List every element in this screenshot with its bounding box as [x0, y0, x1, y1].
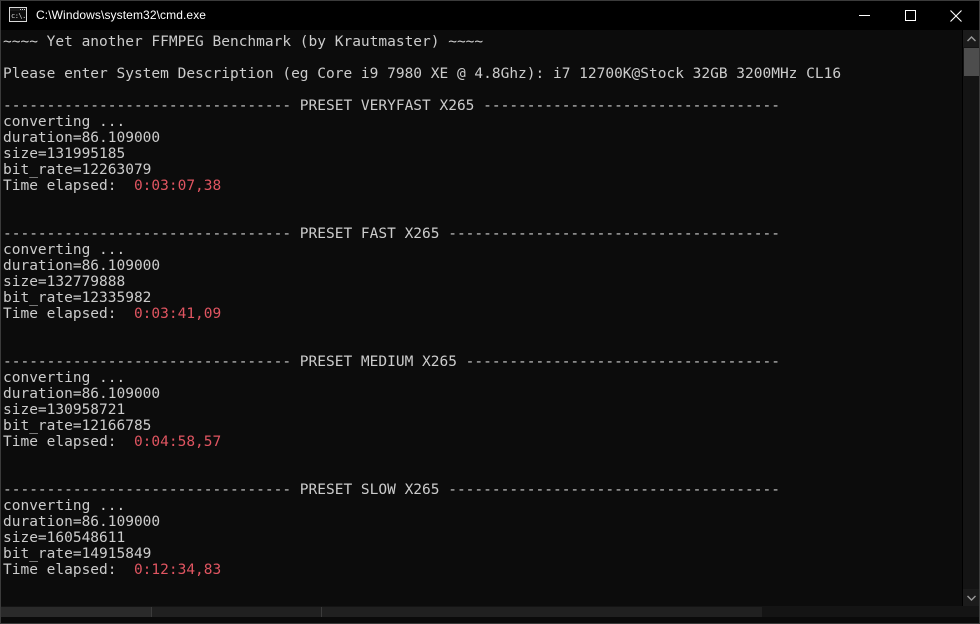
- time-elapsed-label: Time elapsed:: [3, 562, 134, 578]
- title-bar[interactable]: c:\. C:\Windows\system32\cmd.exe: [1, 1, 979, 30]
- bitrate-line: bit_rate=12335982: [3, 290, 152, 306]
- time-elapsed-line: Time elapsed: 0:12:34,83: [3, 562, 962, 578]
- bitrate-line: bit_rate=12263079: [3, 162, 152, 178]
- close-icon: [950, 9, 962, 22]
- time-elapsed-value: 0:03:41,09: [133, 306, 222, 322]
- time-elapsed-label: Time elapsed:: [3, 434, 134, 450]
- preset-separator: --------------------------------- PRESET…: [3, 98, 780, 114]
- duration-line: duration=86.109000: [3, 130, 161, 146]
- bitrate-line: bit_rate=14915849: [3, 546, 152, 562]
- preset-separator: --------------------------------- PRESET…: [3, 354, 780, 370]
- converting-line: converting ...: [3, 114, 126, 130]
- window-bottom-edge: [1, 617, 979, 623]
- preset-separator: --------------------------------- PRESET…: [3, 482, 780, 498]
- console-output[interactable]: ~~~~ Yet another FFMPEG Benchmark (by Kr…: [1, 30, 962, 606]
- duration-line: duration=86.109000: [3, 258, 161, 274]
- minimize-button[interactable]: [841, 1, 887, 30]
- vertical-scroll-thumb[interactable]: [964, 48, 979, 76]
- time-elapsed-line: Time elapsed: 0:03:07,38: [3, 178, 962, 194]
- maximize-icon: [904, 10, 916, 21]
- window-controls: [841, 1, 979, 30]
- scroll-up-arrow-icon[interactable]: [963, 30, 979, 47]
- cmd-window: c:\. C:\Windows\system32\cmd.exe ~~~~ Ye…: [0, 0, 980, 624]
- close-button[interactable]: [933, 1, 979, 30]
- window-title: C:\Windows\system32\cmd.exe: [36, 8, 207, 22]
- console-icon: c:\.: [9, 6, 27, 25]
- time-elapsed-value: 0:12:34,83: [133, 562, 222, 578]
- size-line: size=130958721: [3, 402, 126, 418]
- time-elapsed-label: Time elapsed:: [3, 178, 134, 194]
- time-elapsed-label: Time elapsed:: [3, 306, 134, 322]
- horizontal-scrollbar[interactable]: [1, 606, 979, 623]
- scroll-down-arrow-icon[interactable]: [963, 589, 979, 606]
- converting-line: converting ...: [3, 370, 126, 386]
- bitrate-line: bit_rate=12166785: [3, 418, 152, 434]
- size-line: size=160548611: [3, 530, 126, 546]
- time-elapsed-value: 0:04:58,57: [133, 434, 222, 450]
- maximize-button[interactable]: [887, 1, 933, 30]
- duration-line: duration=86.109000: [3, 386, 161, 402]
- vertical-scroll-track[interactable]: [963, 47, 979, 589]
- console-area: ~~~~ Yet another FFMPEG Benchmark (by Kr…: [1, 30, 979, 606]
- time-elapsed-line: Time elapsed: 0:04:58,57: [3, 434, 962, 450]
- converting-line: converting ...: [3, 242, 126, 258]
- preset-separator: --------------------------------- PRESET…: [3, 226, 780, 242]
- converting-line: converting ...: [3, 498, 126, 514]
- size-line: size=132779888: [3, 274, 126, 290]
- time-elapsed-line: Time elapsed: 0:03:41,09: [3, 306, 962, 322]
- minimize-icon: [858, 15, 870, 16]
- duration-line: duration=86.109000: [3, 514, 161, 530]
- console-icon-glyph: c:\.: [10, 10, 26, 21]
- prompt-line: Please enter System Description (eg Core…: [3, 66, 842, 82]
- size-line: size=131995185: [3, 146, 126, 162]
- vertical-scrollbar[interactable]: [962, 30, 979, 606]
- time-elapsed-value: 0:03:07,38: [133, 178, 222, 194]
- banner-line: ~~~~ Yet another FFMPEG Benchmark (by Kr…: [3, 34, 484, 50]
